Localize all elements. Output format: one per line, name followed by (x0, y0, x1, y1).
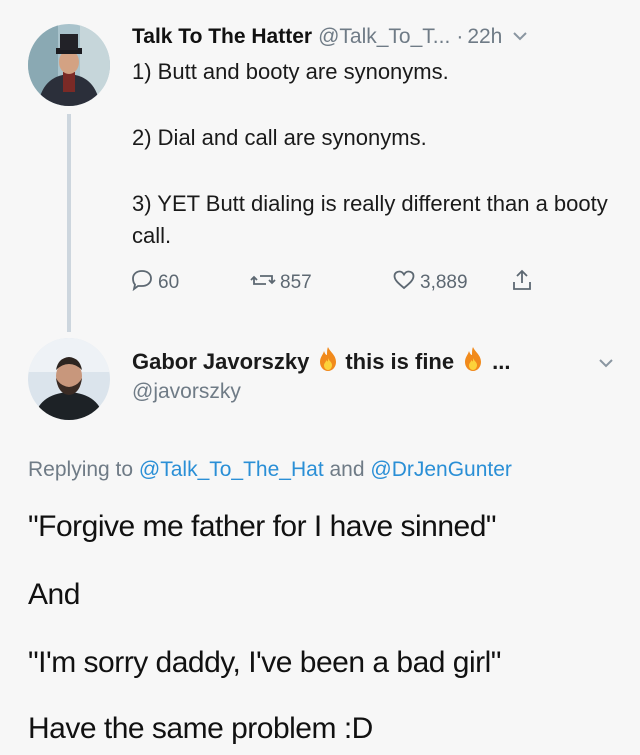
tweet-actions: 60 857 3,889 (130, 268, 538, 298)
like-icon (392, 269, 420, 297)
retweet-button[interactable]: 857 (250, 269, 392, 297)
share-icon (510, 268, 538, 298)
reply-name-suffix: this is fine (345, 349, 455, 374)
author-handle[interactable]: @Talk_To_T... (318, 25, 450, 49)
name-truncation-ellipsis: ... (492, 349, 511, 374)
reply-count: 60 (158, 272, 180, 293)
reply-author-line: Gabor Javorszky this is fine ... (132, 346, 510, 378)
chevron-down-icon[interactable] (512, 28, 528, 46)
author-name[interactable]: Talk To The Hatter (132, 25, 312, 49)
separator-dot: · (456, 25, 464, 48)
replying-to-line: Replying to @Talk_To_The_Hat and @DrJenG… (28, 458, 512, 482)
tweet-line-2: 2) Dial and call are synonyms. (132, 125, 427, 150)
reply-text-line-1: "Forgive me father for I have sinned" (28, 510, 497, 543)
thread-connector-line (67, 114, 71, 332)
reply-text-line-2: And (28, 578, 80, 611)
reply-author-name[interactable]: Gabor Javorszky (132, 349, 309, 375)
reply-text-line-3: "I'm sorry daddy, I've been a bad girl" (28, 646, 501, 679)
like-count: 3,889 (420, 272, 468, 293)
tweet-line-3: 3) YET Butt dialing is really different … (132, 191, 608, 248)
avatar-talk-to-the-hatter[interactable] (28, 24, 110, 106)
reply-author-handle[interactable]: @javorszky (132, 380, 241, 404)
tweet-text: 1) Butt and booty are synonyms. 2) Dial … (132, 56, 622, 252)
reply-text-line-4: Have the same problem :D (28, 712, 373, 745)
mention-link-2[interactable]: @DrJenGunter (370, 458, 512, 481)
fire-icon (317, 346, 339, 378)
reply-icon (130, 269, 158, 297)
tweet-timestamp[interactable]: 22h (467, 25, 502, 49)
reply-button[interactable]: 60 (130, 269, 250, 297)
chevron-down-icon[interactable] (598, 355, 614, 373)
replying-conjunction: and (329, 458, 365, 481)
mention-link-1[interactable]: @Talk_To_The_Hat (139, 458, 324, 481)
share-button[interactable] (510, 268, 538, 298)
retweet-count: 857 (280, 272, 312, 293)
like-button[interactable]: 3,889 (392, 269, 510, 297)
fire-icon (462, 346, 484, 378)
tweet-header: Talk To The Hatter @Talk_To_T... · 22h (132, 22, 622, 52)
replying-prefix: Replying to (28, 458, 134, 481)
avatar-gabor-javorszky[interactable] (28, 338, 110, 420)
tweet-line-1: 1) Butt and booty are synonyms. (132, 59, 449, 84)
retweet-icon (250, 269, 280, 297)
